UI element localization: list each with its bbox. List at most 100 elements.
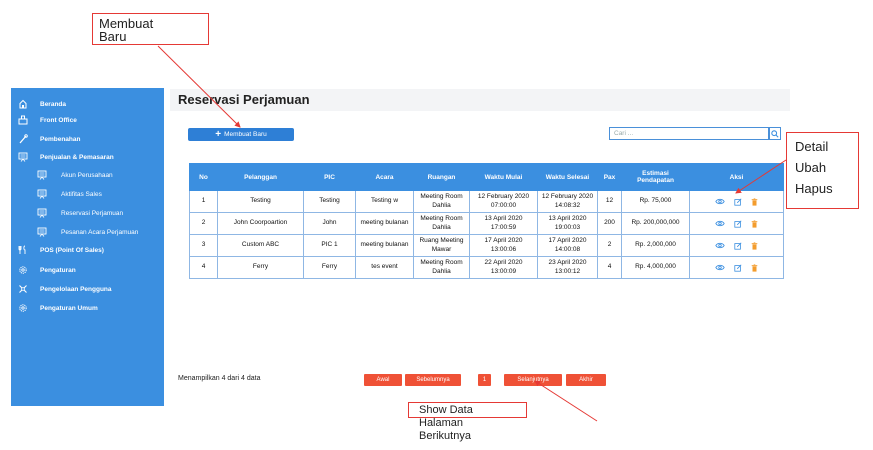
sidebar-item[interactable]: Pembenahan — [11, 131, 164, 147]
table-cell: Ruang Meeting Mawar — [413, 234, 470, 257]
annotation-line: Halaman — [419, 417, 464, 429]
sidebar-item-label: Aktifitas Sales — [61, 190, 102, 198]
table-cell: 4 — [189, 256, 218, 279]
sidebar-item-label: Pesanan Acara Perjamuan — [61, 228, 139, 236]
table-cell: 17 April 2020 13:00:06 — [469, 234, 538, 257]
table-cell: Custom ABC — [217, 234, 304, 257]
table-cell: 12 February 2020 07:00:00 — [469, 190, 538, 213]
annotation-show-data: Show Data Halaman Berikutnya — [408, 402, 527, 442]
sidebar-item[interactable]: Penjualan & Pemasaran — [11, 149, 164, 165]
table-header-cell: Ruangan — [413, 163, 470, 191]
table-cell: Ferry — [217, 256, 304, 279]
annotation-line: Ubah — [795, 160, 827, 175]
table-cell: Testing w — [355, 190, 414, 213]
pos-icon — [18, 245, 28, 255]
table-cell: 13 April 2020 19:00:03 — [537, 212, 598, 235]
sidebar-item[interactable]: Akun Perusahaan — [11, 167, 164, 183]
sidebar-item[interactable]: Front Office — [11, 112, 164, 128]
view-icon[interactable] — [715, 198, 725, 205]
view-icon[interactable] — [715, 264, 725, 271]
table-header-row: No Pelanggan PIC Acara Ruangan Waktu Mulai Wak… — [189, 163, 784, 191]
table-header-cell: PIC — [303, 163, 356, 191]
sidebar-item-label: Pengaturan Umum — [40, 304, 98, 312]
delete-icon[interactable] — [751, 197, 758, 206]
table-cell: Meeting Room Dahlia — [413, 256, 470, 279]
table-cell: Rp. 2,000,000 — [621, 234, 690, 257]
table-cell: Testing — [217, 190, 304, 213]
table-cell: 13 April 2020 17:00:59 — [469, 212, 538, 235]
sidebar-item-label: Pengelolaan Pengguna — [40, 285, 112, 293]
edit-icon[interactable] — [734, 264, 742, 272]
sidebar-item-label: Akun Perusahaan — [61, 171, 113, 179]
reservation-table: No Pelanggan PIC Acara Ruangan Waktu Mulai Wak… — [189, 163, 784, 279]
view-icon[interactable] — [715, 220, 725, 227]
presentation-icon — [37, 189, 47, 199]
gear-icon — [18, 303, 28, 313]
sidebar-item[interactable]: Beranda — [11, 96, 164, 112]
delete-icon[interactable] — [751, 241, 758, 250]
table-row: 1 Testing Testing Testing w Meeting Room Dah… — [189, 190, 784, 213]
gear-icon — [18, 265, 28, 275]
edit-icon[interactable] — [734, 198, 742, 206]
sidebar-item[interactable]: Pengaturan — [11, 262, 164, 278]
arrow-to-next-button — [534, 380, 598, 422]
sidebar-item[interactable]: Aktifitas Sales — [11, 186, 164, 202]
search-input[interactable]: Cari ... — [609, 127, 769, 140]
table-cell: meeting bulanan — [355, 234, 414, 257]
pagination-prev-button[interactable]: Sebelumnya — [405, 374, 461, 386]
pagination-next-button[interactable]: Selanjutnya — [504, 374, 562, 386]
table-cell: 22 April 2020 13:00:09 — [469, 256, 538, 279]
table-header-cell: Waktu Selesai — [537, 163, 598, 191]
table-cell: Ferry — [303, 256, 356, 279]
table-body: 1 Testing Testing Testing w Meeting Room Dah… — [189, 190, 784, 279]
search-button[interactable] — [769, 127, 781, 140]
table-cell: meeting bulanan — [355, 212, 414, 235]
new-button[interactable]: + Membuat Baru — [188, 128, 294, 141]
table-cell: 4 — [597, 256, 622, 279]
actions-cell — [689, 190, 784, 213]
table-cell: Meeting Room Dahlia — [413, 212, 470, 235]
edit-icon[interactable] — [734, 220, 742, 228]
tools-icon — [18, 134, 28, 144]
table-cell: Rp. 75,000 — [621, 190, 690, 213]
table-cell: 17 April 2020 14:00:08 — [537, 234, 598, 257]
annotation-line: Berikutnya — [419, 430, 471, 442]
sidebar-item-label: Pengaturan — [40, 266, 76, 274]
pagination-last-button[interactable]: Akhir — [566, 374, 606, 386]
table-row: 2 John Coorpoartion John meeting bulanan Mee… — [189, 212, 784, 235]
pagination-first-button[interactable]: Awal — [364, 374, 402, 386]
annotation-line: Baru — [99, 29, 127, 44]
new-button-label: Membuat Baru — [224, 131, 267, 138]
edit-icon[interactable] — [734, 242, 742, 250]
table-cell: Rp. 4,000,000 — [621, 256, 690, 279]
table-row: 3 Custom ABC PIC 1 meeting bulanan Ruang Mee… — [189, 234, 784, 257]
sidebar-item[interactable]: POS (Point Of Sales) — [11, 242, 164, 258]
table-header-cell: Waktu Mulai — [469, 163, 538, 191]
table-cell: John — [303, 212, 356, 235]
sidebar-item[interactable]: Pengelolaan Pengguna — [11, 281, 164, 297]
presentation-icon — [18, 152, 28, 162]
sidebar-item-label: Beranda — [40, 100, 67, 108]
table-cell: 200 — [597, 212, 622, 235]
presentation-icon — [37, 227, 47, 237]
actions-cell — [689, 234, 784, 257]
delete-icon[interactable] — [751, 263, 758, 272]
pagination-current-page[interactable]: 1 — [478, 374, 491, 386]
table-cell: 2 — [597, 234, 622, 257]
table-row: 4 Ferry Ferry tes event Meeting Room Dahlia 2… — [189, 256, 784, 279]
sidebar-item[interactable]: Pengaturan Umum — [11, 300, 164, 316]
sidebar-item[interactable]: Reservasi Perjamuan — [11, 205, 164, 221]
annotation-line: Show Data — [419, 404, 473, 416]
home-icon — [18, 99, 28, 109]
annotation-membuat-baru: Membuat Baru — [92, 13, 209, 45]
sidebar-item[interactable]: Pesanan Acara Perjamuan — [11, 224, 164, 240]
annotation-line: Hapus — [795, 181, 833, 196]
arrow-to-new-button — [157, 45, 241, 128]
sidebar-item-label: Front Office — [40, 116, 77, 124]
table-cell: tes event — [355, 256, 414, 279]
view-icon[interactable] — [715, 242, 725, 249]
desk-icon — [18, 115, 28, 125]
table-cell: 2 — [189, 212, 218, 235]
page-title: Reservasi Perjamuan — [178, 92, 310, 107]
delete-icon[interactable] — [751, 219, 758, 228]
